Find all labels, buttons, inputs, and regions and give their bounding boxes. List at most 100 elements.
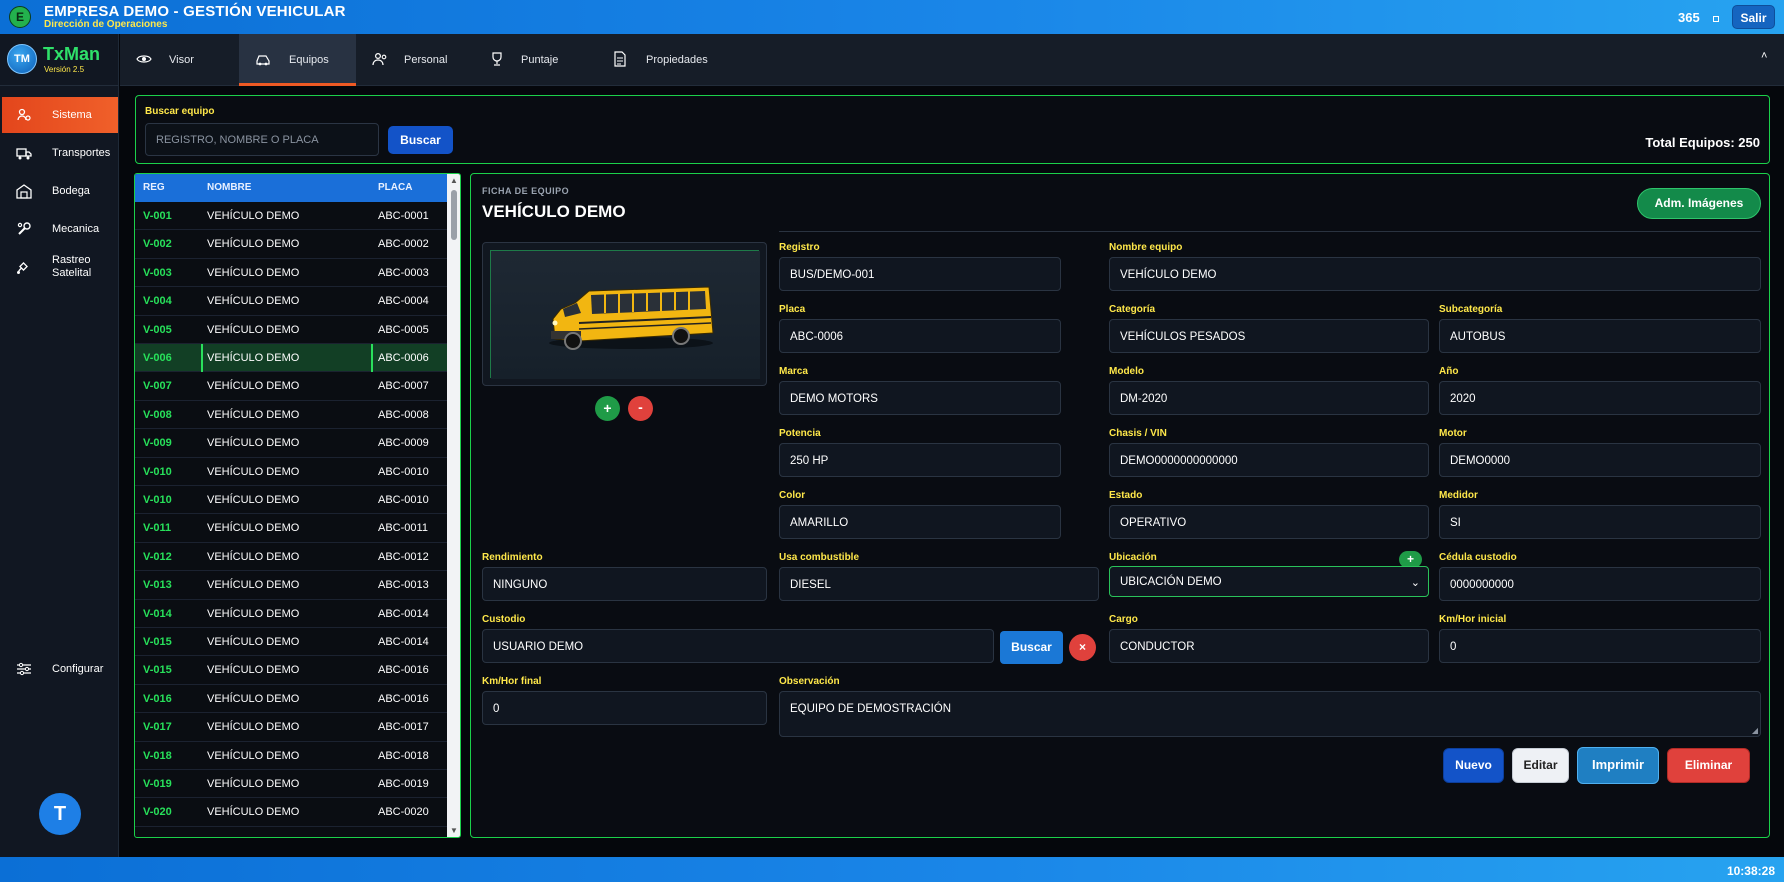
nuevo-button[interactable]: Nuevo — [1443, 748, 1504, 783]
cell-nombre: VEHÍCULO DEMO — [207, 295, 300, 308]
table-row[interactable]: V-017 VEHÍCULO DEMO ABC-0017 — [135, 713, 447, 742]
table-row[interactable]: V-004 VEHÍCULO DEMO ABC-0004 — [135, 287, 447, 316]
search-panel: Buscar equipo Buscar Total Equipos: 250 — [135, 95, 1770, 164]
potencia-field[interactable]: 250 HP — [779, 443, 1061, 477]
list-header: REG NOMBRE PLACA — [135, 174, 447, 202]
divider — [779, 231, 1761, 232]
cell-placa: ABC-0008 — [378, 408, 429, 421]
table-row[interactable]: V-016 VEHÍCULO DEMO ABC-0016 — [135, 685, 447, 714]
resize-grip-icon[interactable]: ◢ — [1752, 726, 1758, 735]
km-final-field[interactable]: 0 — [482, 691, 767, 725]
tab-visor[interactable]: Visor — [120, 34, 236, 86]
observacion-textarea[interactable]: EQUIPO DE DEMOSTRACIÓN ◢ — [779, 691, 1761, 737]
scroll-up-icon[interactable]: ▲ — [450, 176, 458, 185]
ubicacion-selected: UBICACIÓN DEMO — [1120, 576, 1222, 588]
tab-label: Propiedades — [646, 54, 708, 66]
table-row[interactable]: V-018 VEHÍCULO DEMO ABC-0018 — [135, 742, 447, 770]
custodio-search-button[interactable]: Buscar — [1000, 631, 1063, 664]
tab-personal[interactable]: Personal — [356, 34, 474, 86]
subcategoria-field[interactable]: AUTOBUS — [1439, 319, 1761, 353]
km-inicial-field[interactable]: 0 — [1439, 629, 1761, 663]
cargo-field[interactable]: CONDUCTOR — [1109, 629, 1429, 663]
column-header-reg[interactable]: REG — [143, 182, 165, 193]
search-input[interactable] — [145, 123, 379, 156]
admin-images-button[interactable]: Adm. Imágenes — [1637, 188, 1761, 219]
collapse-caret-icon[interactable]: ˄ — [1761, 50, 1767, 62]
search-button[interactable]: Buscar — [388, 126, 453, 154]
table-row[interactable]: V-001 VEHÍCULO DEMO ABC-0001 — [135, 202, 447, 231]
table-row[interactable]: V-008 VEHÍCULO DEMO ABC-0008 — [135, 401, 447, 430]
custodio-field[interactable]: USUARIO DEMO — [482, 629, 994, 663]
gear-users-icon — [17, 108, 31, 121]
marca-field[interactable]: DEMO MOTORS — [779, 381, 1061, 415]
table-row[interactable]: V-019 VEHÍCULO DEMO ABC-0019 — [135, 770, 447, 799]
scrollbar-thumb[interactable] — [451, 190, 457, 240]
table-row[interactable]: V-006 VEHÍCULO DEMO ABC-0006 — [135, 344, 447, 373]
eliminar-button[interactable]: Eliminar — [1667, 748, 1750, 783]
nombre-field[interactable]: VEHÍCULO DEMO — [1109, 257, 1761, 291]
imprimir-button[interactable]: Imprimir — [1577, 747, 1659, 784]
column-header-placa[interactable]: PLACA — [378, 182, 412, 193]
tab-puntaje[interactable]: Puntaje — [474, 34, 592, 86]
estado-field[interactable]: OPERATIVO — [1109, 505, 1429, 539]
logout-button[interactable]: Salir — [1732, 5, 1775, 29]
table-row[interactable]: V-015 VEHÍCULO DEMO ABC-0014 — [135, 628, 447, 657]
rendimiento-field[interactable]: NINGUNO — [482, 567, 767, 601]
ubicacion-select[interactable]: UBICACIÓN DEMO ⌄ — [1109, 566, 1429, 597]
sidebar-item-configurar[interactable]: Configurar — [2, 651, 118, 687]
motor-field[interactable]: DEMO0000 — [1439, 443, 1761, 477]
color-field[interactable]: AMARILLO — [779, 505, 1061, 539]
modelo-field[interactable]: DM-2020 — [1109, 381, 1429, 415]
table-row[interactable]: V-010 VEHÍCULO DEMO ABC-0010 — [135, 458, 447, 486]
table-row[interactable]: V-005 VEHÍCULO DEMO ABC-0005 — [135, 316, 447, 344]
anio-field[interactable]: 2020 — [1439, 381, 1761, 415]
registro-field[interactable]: BUS/DEMO-001 — [779, 257, 1061, 291]
cell-nombre: VEHÍCULO DEMO — [207, 266, 300, 279]
cell-reg: V-013 — [143, 579, 172, 592]
custodio-clear-button[interactable]: × — [1069, 634, 1096, 661]
table-row[interactable]: V-009 VEHÍCULO DEMO ABC-0009 — [135, 429, 447, 458]
table-row[interactable]: V-020 VEHÍCULO DEMO ABC-0020 — [135, 798, 447, 827]
company-subtitle: Dirección de Operaciones — [44, 19, 168, 30]
sidebar-item-sistema[interactable]: Sistema — [2, 97, 118, 133]
table-row[interactable]: V-010 VEHÍCULO DEMO ABC-0010 — [135, 486, 447, 515]
table-row[interactable]: V-011 VEHÍCULO DEMO ABC-0011 — [135, 514, 447, 543]
chasis-field[interactable]: DEMO0000000000000 — [1109, 443, 1429, 477]
ubicacion-label: Ubicación — [1109, 552, 1157, 563]
sidebar-item-mecanica[interactable]: Mecanica — [2, 211, 118, 247]
remove-image-button[interactable]: - — [628, 396, 653, 421]
table-row[interactable]: V-015 VEHÍCULO DEMO ABC-0016 — [135, 656, 447, 685]
sidebar-item-bodega[interactable]: Bodega — [2, 173, 118, 209]
cell-reg: V-007 — [143, 380, 172, 393]
cedula-field[interactable]: 0000000000 — [1439, 567, 1761, 601]
avatar[interactable]: T — [39, 793, 81, 835]
combustible-field[interactable]: DIESEL — [779, 567, 1099, 601]
tab-propiedades[interactable]: Propiedades — [592, 34, 722, 86]
observacion-text: EQUIPO DE DEMOSTRACIÓN — [790, 703, 952, 715]
cell-nombre: VEHÍCULO DEMO — [207, 408, 300, 421]
list-scrollbar[interactable]: ▲ ▼ — [447, 174, 460, 837]
categoria-field[interactable]: VEHÍCULOS PESADOS — [1109, 319, 1429, 353]
sidebar-item-rastreo-satelital[interactable]: Rastreo Satelital — [2, 249, 118, 285]
table-row[interactable]: V-003 VEHÍCULO DEMO ABC-0003 — [135, 259, 447, 288]
placa-label: Placa — [779, 304, 806, 315]
add-image-button[interactable]: + — [595, 396, 620, 421]
cell-nombre: VEHÍCULO DEMO — [207, 749, 300, 762]
motor-label: Motor — [1439, 428, 1467, 439]
table-row[interactable]: V-014 VEHÍCULO DEMO ABC-0014 — [135, 600, 447, 628]
table-row[interactable]: V-002 VEHÍCULO DEMO ABC-0002 — [135, 230, 447, 259]
potencia-label: Potencia — [779, 428, 821, 439]
tab-equipos[interactable]: Equipos — [239, 34, 356, 86]
medidor-field[interactable]: SI — [1439, 505, 1761, 539]
chasis-label: Chasis / VIN — [1109, 428, 1167, 439]
scroll-down-icon[interactable]: ▼ — [450, 826, 458, 835]
cell-placa: ABC-0003 — [378, 266, 429, 279]
table-row[interactable]: V-013 VEHÍCULO DEMO ABC-0013 — [135, 571, 447, 600]
editar-button[interactable]: Editar — [1512, 748, 1569, 783]
placa-field[interactable]: ABC-0006 — [779, 319, 1061, 353]
table-row[interactable]: V-007 VEHÍCULO DEMO ABC-0007 — [135, 372, 447, 401]
column-header-nombre[interactable]: NOMBRE — [207, 182, 251, 193]
sidebar-item-transportes[interactable]: Transportes — [2, 135, 118, 171]
table-row[interactable]: V-012 VEHÍCULO DEMO ABC-0012 — [135, 543, 447, 572]
vehicle-image[interactable] — [490, 250, 760, 379]
